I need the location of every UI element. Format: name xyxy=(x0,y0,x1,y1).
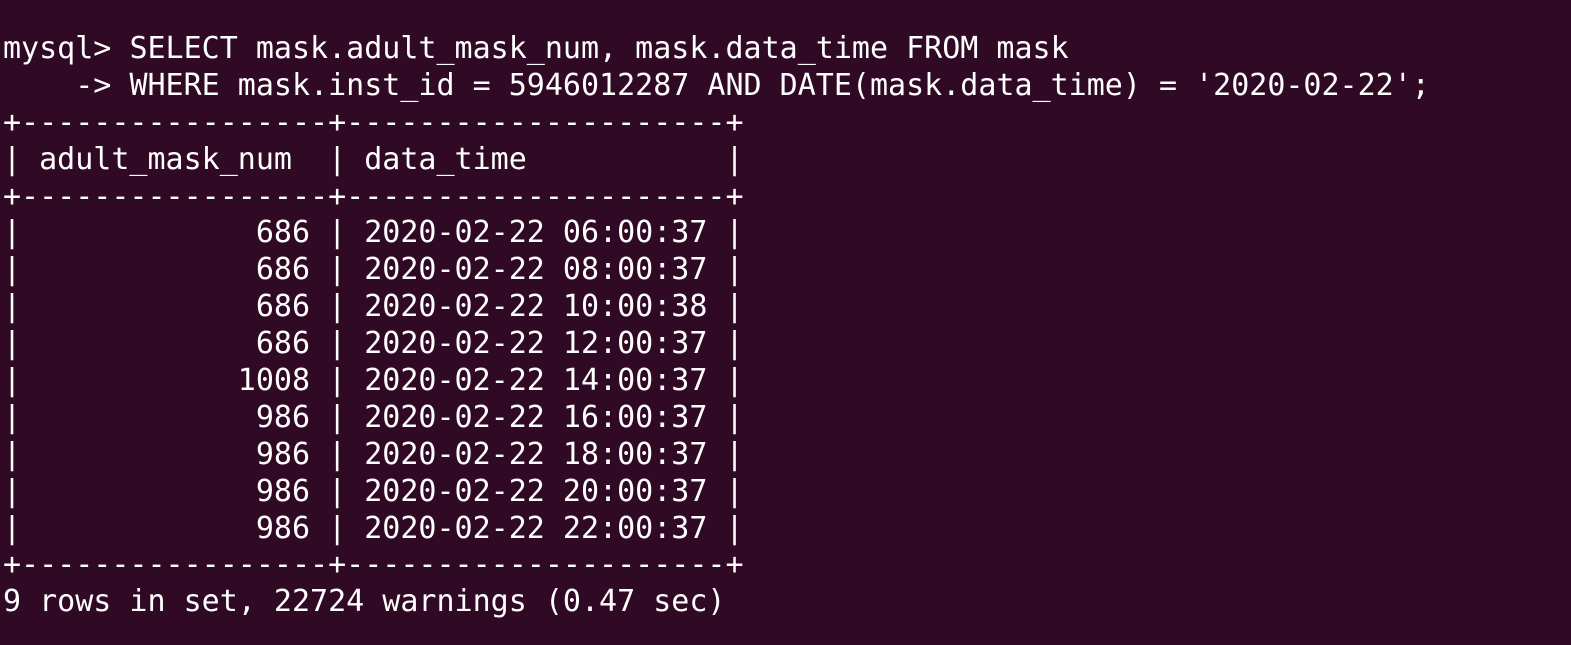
query-text-2: WHERE mask.inst_id = 5946012287 AND DATE… xyxy=(129,67,1430,103)
table-header-row: | adult_mask_num | data_time | xyxy=(3,141,744,177)
table-row: | 686 | 2020-02-22 12:00:37 | xyxy=(3,326,744,362)
continuation-prompt: -> xyxy=(3,67,130,103)
table-row: | 686 | 2020-02-22 08:00:37 | xyxy=(3,252,744,288)
mysql-prompt: mysql> xyxy=(3,31,130,66)
query-text-1: SELECT mask.adult_mask_num, mask.data_ti… xyxy=(129,31,1069,66)
result-summary: 9 rows in set, 22724 warnings (0.47 sec) xyxy=(3,584,726,620)
table-row: | 1008 | 2020-02-22 14:00:37 | xyxy=(3,363,744,399)
table-row: | 986 | 2020-02-22 22:00:37 | xyxy=(3,510,744,546)
table-row: | 686 | 2020-02-22 06:00:37 | xyxy=(3,215,744,251)
query-line-1: mysql> SELECT mask.adult_mask_num, mask.… xyxy=(0,31,1571,68)
table-row: | 686 | 2020-02-22 10:00:38 | xyxy=(3,289,744,325)
table-border-bottom: +-----------------+---------------------… xyxy=(3,547,744,583)
table-border-top: +-----------------+---------------------… xyxy=(3,104,744,140)
table-row: | 986 | 2020-02-22 18:00:37 | xyxy=(3,436,744,472)
table-row: | 986 | 2020-02-22 20:00:37 | xyxy=(3,473,744,509)
terminal-window[interactable]: mysql> SELECT mask.adult_mask_num, mask.… xyxy=(0,0,1571,645)
query-line-2: -> WHERE mask.inst_id = 5946012287 AND D… xyxy=(0,68,1571,105)
table-row: | 986 | 2020-02-22 16:00:37 | xyxy=(3,399,744,435)
table-border-header: +-----------------+---------------------… xyxy=(3,178,744,214)
